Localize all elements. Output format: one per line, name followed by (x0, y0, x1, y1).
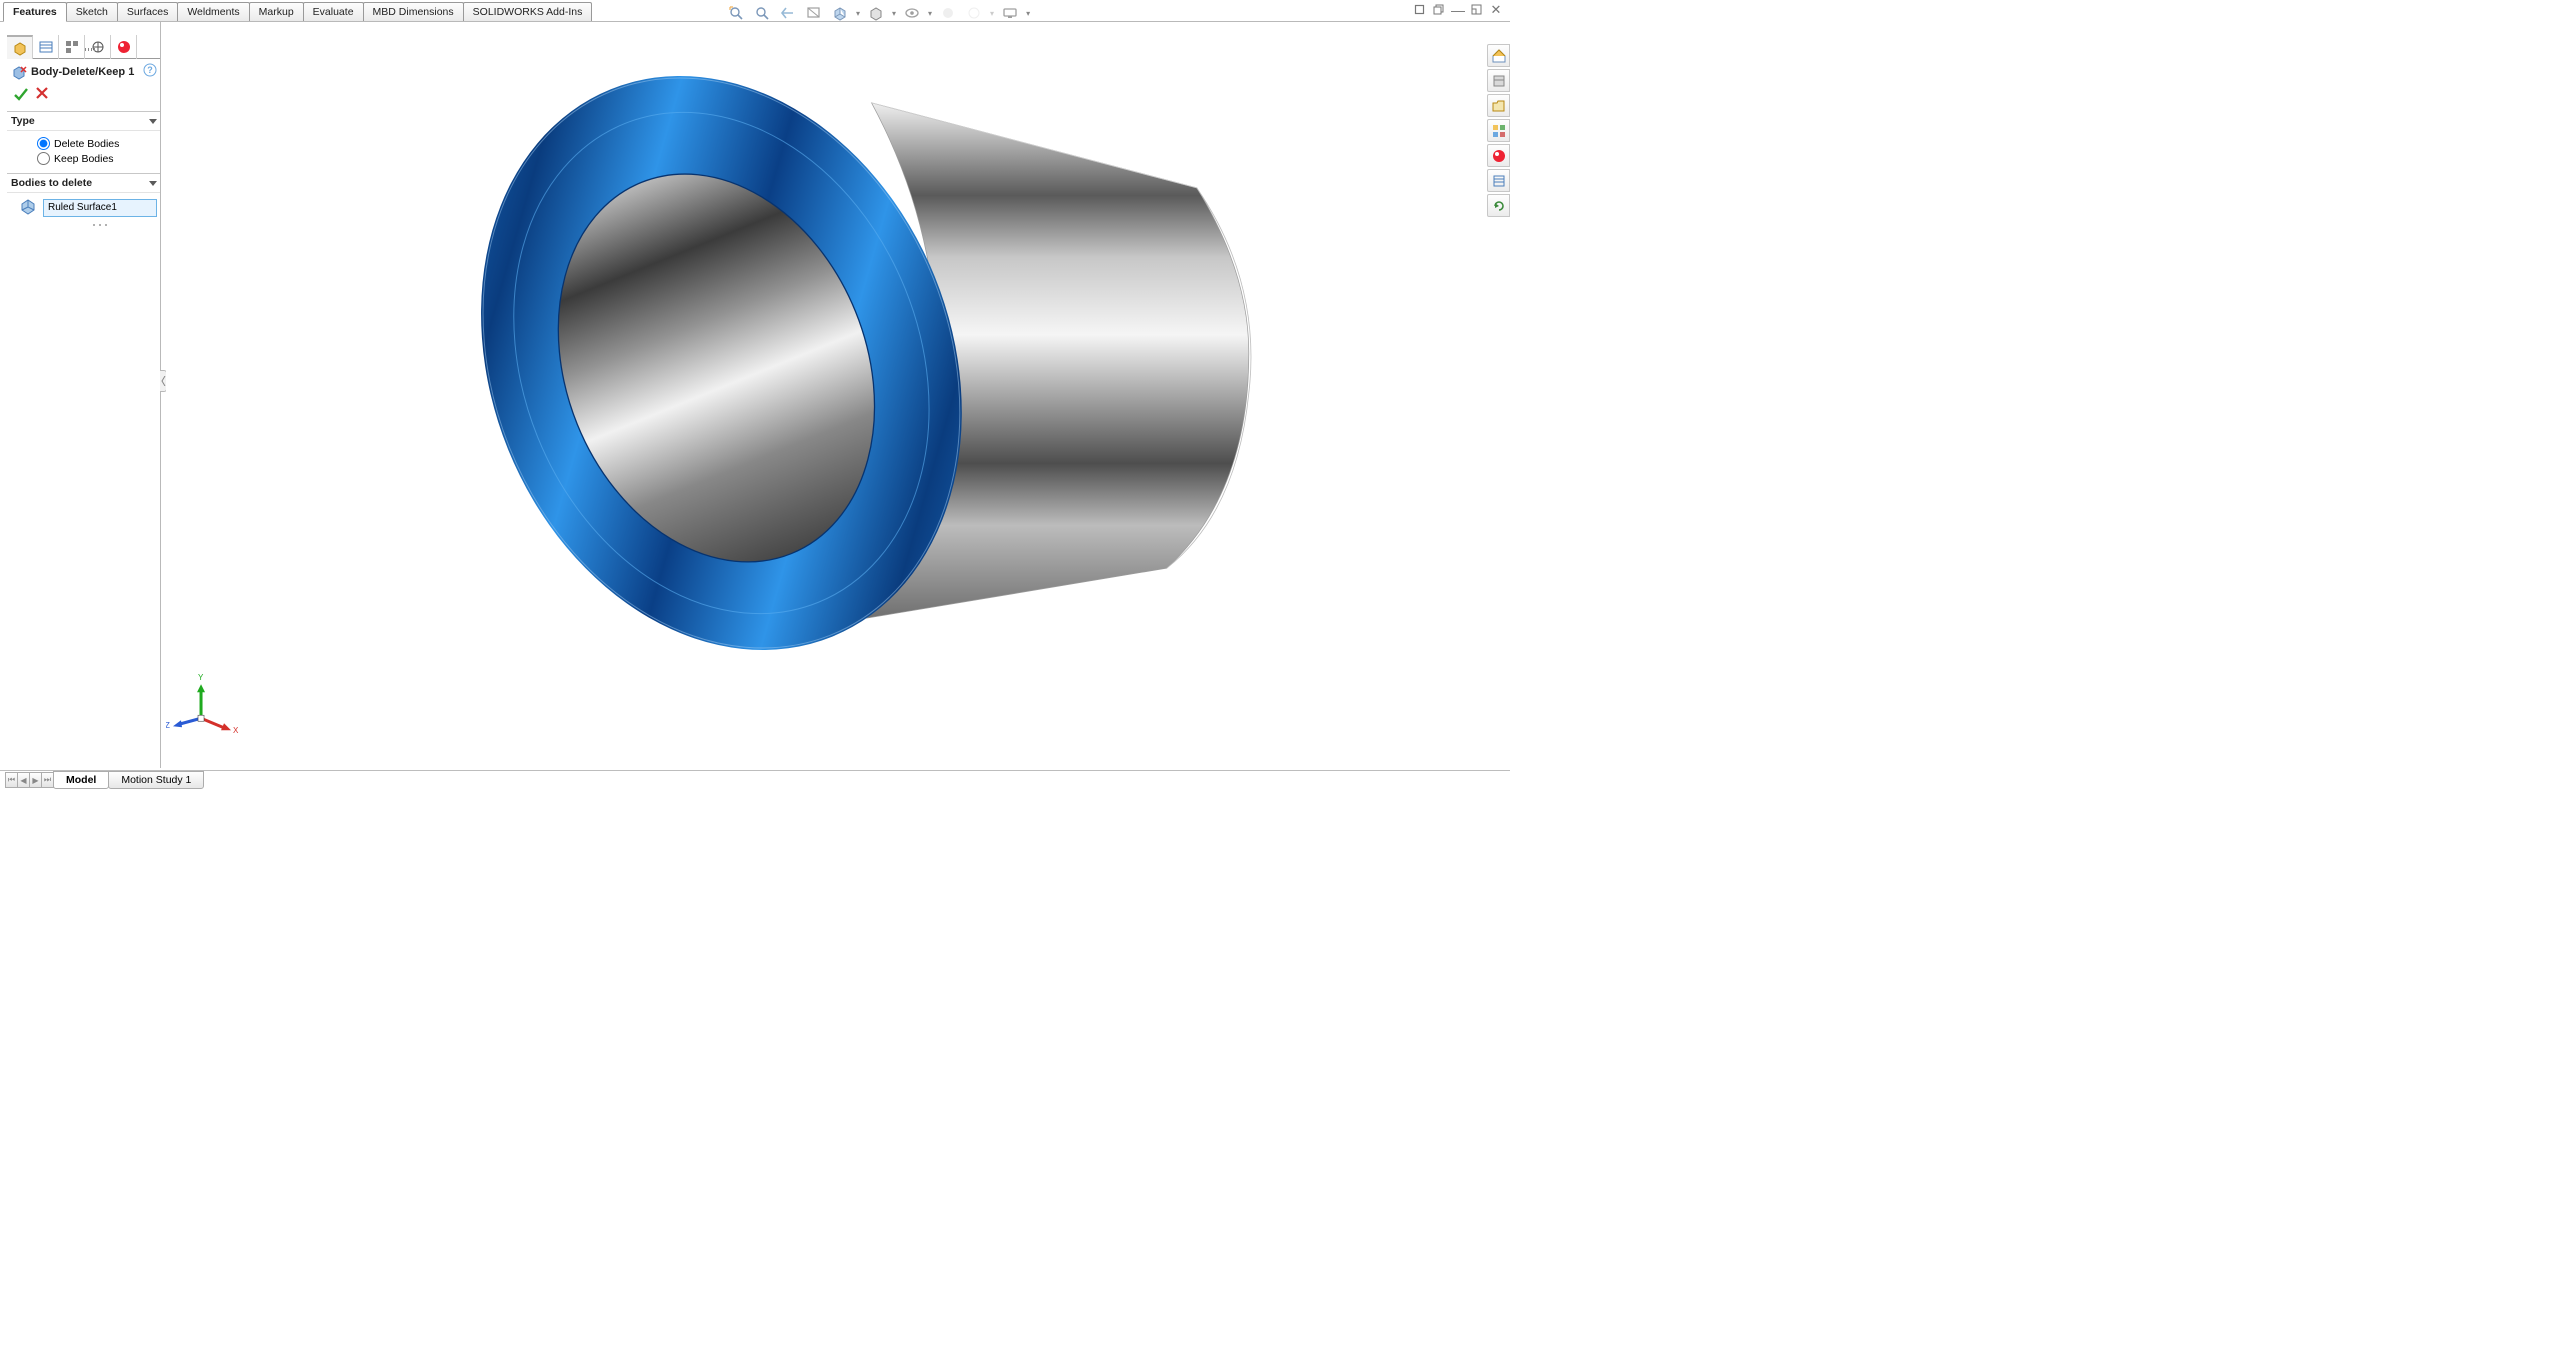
appearances-icon[interactable] (938, 3, 958, 23)
taskpane-home-icon[interactable] (1487, 44, 1510, 67)
pm-section-bodies[interactable]: Bodies to delete (7, 173, 161, 193)
triad-z-label: Z (166, 721, 170, 730)
fm-tabs (7, 35, 161, 59)
view-orient-icon[interactable] (830, 3, 850, 23)
pm-confirm-row (7, 84, 161, 111)
minimize-icon[interactable]: — (1450, 2, 1466, 18)
pm-body-type: Delete Bodies Keep Bodies (7, 131, 161, 173)
bottom-tab-motion[interactable]: Motion Study 1 (108, 771, 204, 789)
window-controls: — ✕ (1412, 2, 1504, 18)
pm-cancel-icon[interactable] (35, 86, 49, 105)
pm-help-icon[interactable]: ? (143, 63, 157, 80)
taskpane-props-icon[interactable] (1487, 169, 1510, 192)
list-resize-handle-icon[interactable] (43, 219, 157, 231)
dock-icon[interactable] (1469, 2, 1485, 18)
pm-ok-icon[interactable] (13, 86, 29, 105)
ribbon-tab-surfaces[interactable]: Surfaces (117, 2, 178, 22)
radio-keep-label: Keep Bodies (54, 153, 114, 165)
taskpane-reload-icon[interactable] (1487, 194, 1510, 217)
hud-toolbar: ▾ ▾ ▾ ▾ ▾ (726, 3, 1030, 23)
ribbon-tab-mbd[interactable]: MBD Dimensions (363, 2, 464, 22)
zoom-area-icon[interactable] (752, 3, 772, 23)
viewport[interactable]: Y X Z (166, 22, 1487, 769)
bottom-tabs: ⏮ ◀ ▶ ⏭ Model Motion Study 1 (5, 771, 203, 789)
pm-body-bodies: Ruled Surface1 (7, 193, 161, 235)
display-style-icon[interactable] (866, 3, 886, 23)
radio-keep-bodies[interactable]: Keep Bodies (37, 152, 153, 165)
pm-header: Body-Delete/Keep 1 ? (7, 59, 161, 84)
model-3d: Y X Z (166, 22, 1487, 769)
scene-icon[interactable] (964, 3, 984, 23)
pm-section-type-label: Type (11, 115, 35, 127)
fm-tab-dimx[interactable] (85, 35, 111, 59)
pm-title: Body-Delete/Keep 1 (31, 66, 134, 78)
body-delete-icon (11, 64, 27, 80)
bottom-tab-model[interactable]: Model (53, 771, 109, 789)
taskpane (1487, 44, 1510, 217)
radio-delete-input[interactable] (37, 137, 50, 150)
close-icon[interactable]: ✕ (1488, 2, 1504, 18)
bodies-list-box[interactable]: Ruled Surface1 (43, 199, 157, 217)
ribbon-tab-features[interactable]: Features (3, 2, 67, 22)
fm-tab-feature-tree[interactable] (7, 35, 33, 59)
panel-split-handle-icon[interactable] (85, 48, 95, 54)
ribbon-tab-markup[interactable]: Markup (249, 2, 304, 22)
pm-section-bodies-label: Bodies to delete (11, 177, 92, 189)
ribbon-tab-addins[interactable]: SOLIDWORKS Add-Ins (463, 2, 593, 22)
taskpane-palette-icon[interactable] (1487, 119, 1510, 142)
taskpane-resources-icon[interactable] (1487, 69, 1510, 92)
fm-tab-config[interactable] (59, 35, 85, 59)
restore-icon[interactable] (1412, 2, 1428, 18)
taskpane-appearance-icon[interactable] (1487, 144, 1510, 167)
body-select-icon (19, 197, 37, 218)
bodies-list-item[interactable]: Ruled Surface1 (48, 202, 152, 213)
zoom-fit-icon[interactable] (726, 3, 746, 23)
radio-delete-label: Delete Bodies (54, 138, 119, 150)
bottom-border (0, 770, 1510, 771)
chevron-up-icon (149, 181, 157, 186)
fm-tab-display[interactable] (111, 35, 137, 59)
fm-tab-property-mgr[interactable] (33, 35, 59, 59)
render-tools-icon[interactable] (1000, 3, 1020, 23)
ribbon-tabs: Features Sketch Surfaces Weldments Marku… (3, 2, 591, 22)
ribbon-tab-evaluate[interactable]: Evaluate (303, 2, 364, 22)
hide-show-icon[interactable] (902, 3, 922, 23)
triad-y-label: Y (198, 673, 204, 682)
ribbon-tab-weldments[interactable]: Weldments (177, 2, 249, 22)
triad-x-label: X (233, 726, 239, 735)
section-view-icon[interactable] (804, 3, 824, 23)
max-icon[interactable] (1431, 2, 1447, 18)
prev-view-icon[interactable] (778, 3, 798, 23)
ribbon-tab-sketch[interactable]: Sketch (66, 2, 118, 22)
radio-delete-bodies[interactable]: Delete Bodies (37, 137, 153, 150)
svg-text:?: ? (147, 65, 153, 75)
taskpane-open-icon[interactable] (1487, 94, 1510, 117)
pm-section-type[interactable]: Type (7, 111, 161, 131)
radio-keep-input[interactable] (37, 152, 50, 165)
feature-manager-panel: Body-Delete/Keep 1 ? Type Delete Bodies … (7, 23, 161, 768)
chevron-up-icon (149, 119, 157, 124)
